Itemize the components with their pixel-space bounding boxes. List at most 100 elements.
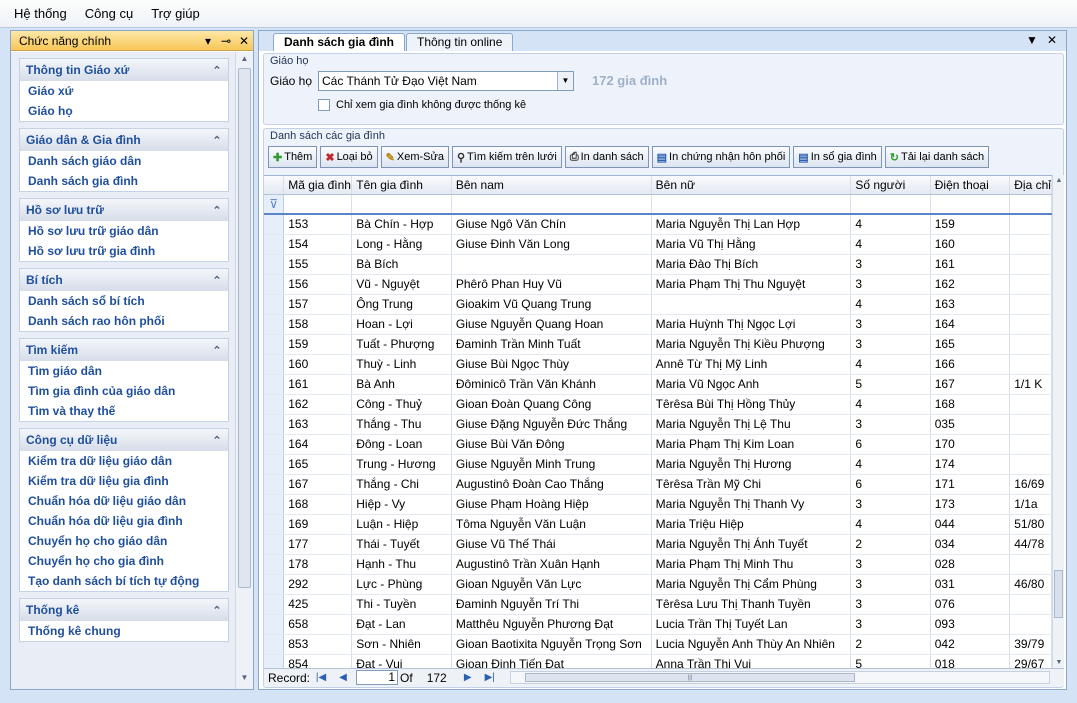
nav-item-giao-xu[interactable]: Giáo xứ [20, 81, 228, 101]
loai-bo-button[interactable]: ✖ Loại bỏ [320, 146, 378, 168]
nav-group-header[interactable]: Hồ sơ lưu trữ ⌃ [20, 199, 228, 221]
row-indicator[interactable] [264, 594, 285, 615]
tab-family-list[interactable]: Danh sách gia đình [273, 33, 406, 51]
row-indicator[interactable] [264, 534, 285, 555]
last-record-icon[interactable]: ▶| [479, 672, 501, 683]
row-indicator[interactable] [264, 234, 285, 255]
tab-online-info[interactable]: Thông tin online [406, 33, 514, 51]
column-header-dien-thoai[interactable]: Điện thoại [930, 176, 1011, 195]
table-row[interactable]: 169 Luận - Hiệp Tôma Nguyễn Văn Luận Maria … [264, 514, 1052, 535]
table-row[interactable]: 177 Thái - Tuyết Giuse Vũ Thế Thái Maria Ng… [264, 534, 1052, 555]
row-indicator[interactable] [264, 414, 285, 435]
table-row[interactable]: 154 Long - Hằng Giuse Đinh Văn Long Maria V… [264, 234, 1052, 255]
nav-item-tim-gia-dinh-cua-giao-dan[interactable]: Tìm gia đình của giáo dân [20, 381, 228, 401]
row-indicator[interactable] [264, 354, 285, 375]
menu-cong-cu[interactable]: Công cụ [85, 6, 133, 21]
nav-item-chuan-hoa-du-lieu-gia-dinh[interactable]: Chuẩn hóa dữ liệu gia đình [20, 511, 228, 531]
collapse-icon[interactable]: ⌃ [206, 64, 228, 77]
nav-group-header[interactable]: Thống kê ⌃ [20, 599, 228, 621]
in-danh-sach-button[interactable]: ⎙ In danh sách [564, 146, 649, 168]
nav-item-kiem-tra-du-lieu-gia-dinh[interactable]: Kiểm tra dữ liệu gia đình [20, 471, 228, 491]
nav-item-danh-sach-rao-hon-phoi[interactable]: Danh sách rao hôn phối [20, 311, 228, 331]
nav-item-thong-ke-chung[interactable]: Thống kê chung [20, 621, 228, 641]
table-row[interactable]: 161 Bà Anh Đôminicô Trần Văn Khánh Maria Vũ… [264, 374, 1052, 395]
in-so-gia-dinh-button[interactable]: ▤ In sổ gia đình [793, 146, 882, 168]
table-row[interactable]: 156 Vũ - Nguyệt Phêrô Phan Huy Vũ Maria Phạ… [264, 274, 1052, 295]
filter-cell[interactable] [283, 194, 353, 215]
grid-scroll-thumb[interactable] [1054, 570, 1063, 618]
nav-item-tim-giao-dan[interactable]: Tìm giáo dân [20, 361, 228, 381]
table-row[interactable]: 167 Thắng - Chi Augustinô Đoàn Cao Thắng Tê… [264, 474, 1052, 495]
chevron-down-icon[interactable]: ▼ [557, 72, 573, 90]
nav-item-giao-ho[interactable]: Giáo họ [20, 101, 228, 121]
table-row[interactable]: 160 Thuỳ - Linh Giuse Bùi Ngọc Thùy Annê Từ… [264, 354, 1052, 375]
row-indicator[interactable] [264, 614, 285, 635]
column-header-so-nguoi[interactable]: Số người [850, 176, 931, 195]
nav-group-header[interactable]: Tìm kiếm ⌃ [20, 339, 228, 361]
row-indicator[interactable] [264, 374, 285, 395]
row-indicator[interactable] [264, 514, 285, 535]
row-indicator[interactable] [264, 554, 285, 575]
collapse-icon[interactable]: ⌃ [206, 204, 228, 217]
collapse-icon[interactable]: ⌃ [206, 434, 228, 447]
row-indicator[interactable] [264, 274, 285, 295]
record-input[interactable]: 1 [356, 670, 399, 685]
nav-group-header[interactable]: Giáo dân & Gia đình ⌃ [20, 129, 228, 151]
nav-group-header[interactable]: Thông tin Giáo xứ ⌃ [20, 59, 228, 81]
menu-tro-giup[interactable]: Trợ giúp [151, 6, 200, 21]
row-indicator[interactable] [264, 214, 285, 235]
nav-item-ho-so-luu-tru-giao-dan[interactable]: Hồ sơ lưu trữ giáo dân [20, 221, 228, 241]
filter-cell[interactable] [1009, 194, 1052, 215]
collapse-icon[interactable]: ⌃ [206, 274, 228, 287]
parish-select[interactable]: Các Thánh Tử Đạo Việt Nam ▼ [318, 71, 574, 91]
in-chung-nhan-hon-phoi-button[interactable]: ▤ In chứng nhận hôn phối [651, 146, 791, 168]
filter-icon[interactable]: ⊽ [264, 194, 285, 215]
table-row[interactable]: 159 Tuất - Phượng Đaminh Trần Minh Tuất Mar… [264, 334, 1052, 355]
row-indicator[interactable] [264, 294, 285, 315]
row-indicator[interactable] [264, 254, 285, 275]
unstatistic-checkbox[interactable]: Chỉ xem gia đình không được thống kê [318, 99, 526, 111]
table-row[interactable]: 163 Thắng - Thu Giuse Đặng Nguyễn Đức Thắn… [264, 414, 1052, 435]
nav-item-chuan-hoa-du-lieu-giao-dan[interactable]: Chuẩn hóa dữ liệu giáo dân [20, 491, 228, 511]
column-header-ben-nam[interactable]: Bên nam [451, 176, 652, 195]
menu-he-thong[interactable]: Hệ thống [14, 6, 67, 21]
filter-cell[interactable] [451, 194, 652, 215]
first-record-icon[interactable]: |◀ [310, 672, 332, 683]
collapse-icon[interactable]: ⌃ [206, 604, 228, 617]
nav-item-kiem-tra-du-lieu-giao-dan[interactable]: Kiểm tra dữ liệu giáo dân [20, 451, 228, 471]
tai-lai-danh-sach-button[interactable]: ↻ Tải lại danh sách [884, 146, 990, 168]
nav-item-danh-sach-giao-dan[interactable]: Danh sách giáo dân [20, 151, 228, 171]
scroll-down-icon[interactable]: ▼ [236, 673, 253, 687]
table-row[interactable]: 155 Bà Bích Maria Đào Thị Bích 3 161 [264, 254, 1052, 275]
table-row[interactable]: 165 Trung - Hương Giuse Nguyễn Minh Trung M… [264, 454, 1052, 475]
column-header-ten-gia-dinh[interactable]: Tên gia đình [351, 176, 452, 195]
table-row[interactable]: 854 Đạt - Vui Gioan Đinh Tiến Đạt Anna Trần… [264, 654, 1052, 668]
filter-cell[interactable] [850, 194, 931, 215]
collapse-icon[interactable]: ⌃ [206, 344, 228, 357]
grid-vertical-scrollbar[interactable]: ▲ ▼ [1052, 175, 1064, 668]
tab-menu-icon[interactable]: ▼ [1024, 33, 1040, 47]
nav-item-danh-sach-gia-dinh[interactable]: Danh sách gia đình [20, 171, 228, 191]
filter-cell[interactable] [930, 194, 1011, 215]
table-row[interactable]: 164 Đông - Loan Giuse Bùi Văn Đông Maria Ph… [264, 434, 1052, 455]
row-indicator[interactable] [264, 394, 285, 415]
next-record-icon[interactable]: ▶ [457, 672, 479, 683]
table-row[interactable]: 178 Hạnh - Thu Augustinô Trần Xuân Hạnh Mar… [264, 554, 1052, 575]
nav-item-danh-sach-so-bi-tich[interactable]: Danh sách sổ bí tích [20, 291, 228, 311]
h-scroll-thumb[interactable]: ||| [525, 673, 855, 682]
checkbox-box[interactable] [318, 99, 330, 111]
grid-horizontal-scrollbar[interactable]: ||| [510, 671, 1050, 684]
filter-cell[interactable] [651, 194, 852, 215]
tab-close-icon[interactable]: ✕ [1044, 33, 1060, 47]
grid-scroll-down-icon[interactable]: ▼ [1053, 659, 1065, 666]
nav-item-chuyen-ho-cho-gia-dinh[interactable]: Chuyển họ cho gia đình [20, 551, 228, 571]
nav-item-tao-danh-sach-bi-tich-tu-dong[interactable]: Tạo danh sách bí tích tự động [20, 571, 228, 591]
scroll-thumb[interactable] [238, 68, 251, 588]
row-indicator[interactable] [264, 314, 285, 335]
nav-group-header[interactable]: Công cụ dữ liệu ⌃ [20, 429, 228, 451]
grid-scroll-up-icon[interactable]: ▲ [1053, 177, 1065, 184]
table-row[interactable]: 292 Lực - Phùng Gioan Nguyễn Văn Lực Maria … [264, 574, 1052, 595]
filter-cell[interactable] [351, 194, 452, 215]
tim-kiem-tren-luoi-button[interactable]: ⚲ Tìm kiếm trên lưới [451, 146, 562, 168]
row-indicator[interactable] [264, 474, 285, 495]
